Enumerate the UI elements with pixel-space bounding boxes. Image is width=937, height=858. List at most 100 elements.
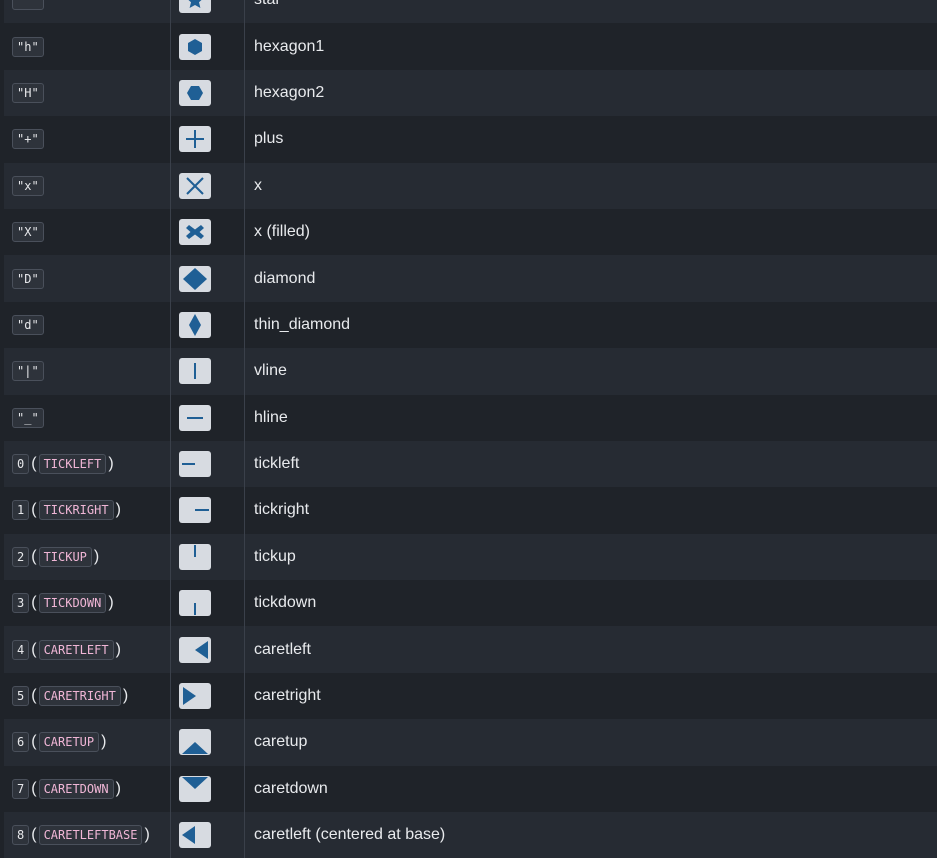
description-cell: hline [254,408,288,426]
marker-constant: CARETDOWN [38,778,114,799]
table-row: "D" diamond [4,255,937,302]
table-row: 4 ( CARETLEFT ) caretleft [4,626,937,673]
marker-constant: TICKUP [38,546,92,567]
caretdown-icon [179,775,211,802]
marker-cell [171,719,245,766]
marker-code: "h" [12,36,44,57]
table-row: 1 ( TICKRIGHT ) tickright [4,487,937,534]
code-cell: "_" [4,394,171,441]
table-row: "+" plus [4,116,937,163]
diamond-icon [179,265,211,292]
code-cell: 2 ( TICKUP ) [4,533,171,581]
table-row: "X" x (filled) [4,208,937,256]
marker-cell [171,765,245,813]
code-cell [4,0,171,24]
marker-cell [171,672,245,720]
marker-code: 3 [12,593,30,614]
code-cell: "h" [4,23,171,70]
description-cell: tickleft [254,455,300,473]
marker-cell [171,533,245,581]
marker-cell [171,69,245,117]
x-filled-icon [179,219,211,246]
marker-code: "d" [12,314,44,335]
marker-code: 0 [12,454,30,475]
description-cell: tickright [254,501,310,519]
tickleft-icon [179,451,211,478]
marker-cell [171,580,245,627]
marker-code [12,0,44,11]
code-cell: 4 ( CARETLEFT ) [4,626,171,673]
table-row: 5 ( CARETRIGHT ) caretright [4,672,937,720]
marker-constant: TICKRIGHT [38,500,114,521]
code-cell: "|" [4,348,171,395]
marker-code: 5 [12,686,30,707]
marker-cell [171,487,245,534]
code-cell: 5 ( CARETRIGHT ) [4,672,171,720]
marker-code: "|" [12,361,44,382]
description-cell: diamond [254,269,316,287]
caretup-icon [179,729,211,756]
hexagon2-icon [179,79,211,106]
code-cell: "H" [4,69,171,117]
table-row: "H" hexagon2 [4,69,937,117]
marker-cell [171,348,245,395]
marker-code: 4 [12,639,30,660]
x-icon [179,172,211,199]
table-row: 0 ( TICKLEFT ) tickleft [4,440,937,488]
marker-cell [171,162,245,209]
markers-table: star "h" hexagon1 "H" hexagon2 "+" [4,0,937,858]
marker-code: 6 [12,732,30,753]
marker-cell [171,0,245,24]
code-cell: "D" [4,255,171,302]
code-cell: 6 ( CARETUP ) [4,719,171,766]
marker-constant: CARETLEFT [38,639,114,660]
description-cell: tickdown [254,594,317,612]
description-cell: caretleft [254,640,311,658]
caretleft-icon [179,636,211,663]
description-cell: vline [254,362,287,380]
marker-constant: TICKDOWN [38,593,107,614]
marker-code: "X" [12,222,44,243]
code-cell: 8 ( CARETLEFTBASE ) [4,812,171,858]
table-row: "x" x [4,162,937,209]
tickup-icon [179,543,211,570]
marker-code: "H" [12,82,44,103]
vline-icon [179,358,211,385]
code-cell: "d" [4,301,171,349]
code-cell: 1 ( TICKRIGHT ) [4,487,171,534]
marker-cell [171,23,245,70]
description-cell: plus [254,130,284,148]
table-row: 7 ( CARETDOWN ) caretdown [4,765,937,813]
marker-cell [171,116,245,163]
table-row: 2 ( TICKUP ) tickup [4,533,937,581]
tickdown-icon [179,590,211,617]
code-cell: "X" [4,208,171,256]
marker-constant: CARETUP [38,732,100,753]
table-row: "|" vline [4,348,937,395]
marker-cell [171,394,245,441]
description-cell: caretdown [254,779,328,797]
description-cell: x (filled) [254,223,311,241]
hexagon1-icon [179,33,211,60]
marker-cell [171,255,245,302]
code-cell: 3 ( TICKDOWN ) [4,580,171,627]
marker-constant: CARETLEFTBASE [38,825,143,846]
description-cell: x [254,176,262,194]
description-cell: caretup [254,733,308,751]
plus-icon [179,126,211,153]
description-cell: caretright [254,687,321,705]
marker-cell [171,301,245,349]
code-cell: 7 ( CARETDOWN ) [4,765,171,813]
marker-cell [171,812,245,858]
caretleftbase-icon [179,822,211,849]
description-cell: hexagon1 [254,37,325,55]
table-row: 6 ( CARETUP ) caretup [4,719,937,766]
hline-icon [179,404,211,431]
thin-diamond-icon [179,311,211,338]
description-cell: star [245,0,937,23]
code-cell: 0 ( TICKLEFT ) [4,440,171,488]
table-row: star [4,0,937,24]
marker-code: "+" [12,129,44,150]
marker-cell [171,440,245,488]
table-row: 3 ( TICKDOWN ) tickdown [4,580,937,627]
